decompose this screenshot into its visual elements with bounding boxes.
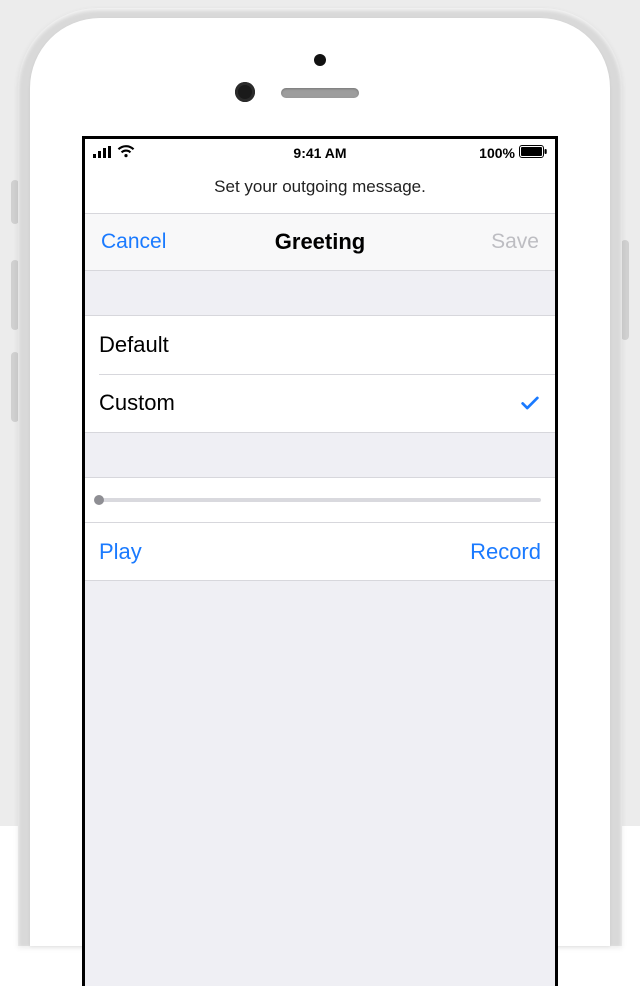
- front-camera: [235, 82, 255, 102]
- power-button: [621, 240, 629, 340]
- battery-percent: 100%: [479, 145, 515, 161]
- scrubber-track: [99, 498, 541, 502]
- spacer: [85, 271, 555, 315]
- option-custom[interactable]: Custom: [85, 374, 555, 432]
- playback-actions: Play Record: [85, 523, 555, 581]
- wifi-icon: [117, 145, 135, 161]
- spacer: [85, 433, 555, 477]
- navigation-bar: Cancel Greeting Save: [85, 213, 555, 271]
- status-bar: 9:41 AM 100%: [85, 139, 555, 167]
- playback-scrubber-cell: [85, 477, 555, 523]
- battery-icon: [519, 145, 547, 161]
- record-button[interactable]: Record: [470, 539, 541, 565]
- screen: 9:41 AM 100% Set your outgoing m: [82, 136, 558, 986]
- proximity-sensor: [314, 54, 326, 66]
- cellular-signal-icon: [93, 145, 113, 161]
- device-frame: 9:41 AM 100% Set your outgoing m: [0, 0, 640, 826]
- earpiece-speaker: [281, 88, 359, 98]
- playback-scrubber[interactable]: [99, 496, 541, 504]
- option-default[interactable]: Default: [85, 316, 555, 374]
- scrubber-thumb[interactable]: [94, 495, 104, 505]
- option-default-label: Default: [99, 332, 169, 358]
- checkmark-icon: [519, 392, 541, 414]
- play-button[interactable]: Play: [99, 539, 142, 565]
- status-time: 9:41 AM: [293, 145, 346, 161]
- option-custom-label: Custom: [99, 390, 175, 416]
- cancel-button[interactable]: Cancel: [97, 224, 170, 260]
- greeting-options-list: Default Custom: [85, 315, 555, 433]
- instruction-text: Set your outgoing message.: [85, 167, 555, 213]
- save-button: Save: [487, 224, 543, 260]
